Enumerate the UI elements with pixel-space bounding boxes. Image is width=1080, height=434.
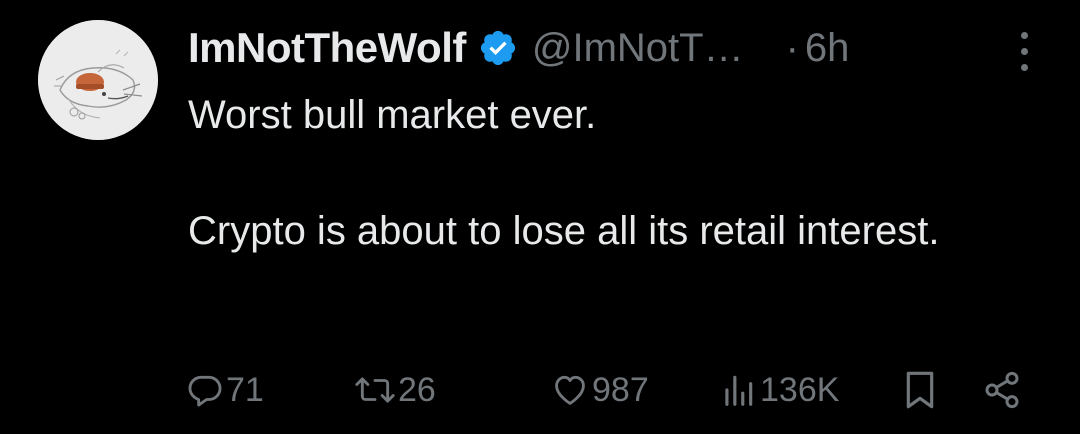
reply-button[interactable]: 71 bbox=[186, 364, 264, 416]
reply-icon bbox=[188, 375, 222, 407]
tweet[interactable]: ImNotTheWolf @ImNotT… · 6h Worst bull ma… bbox=[0, 0, 1080, 434]
heart-icon bbox=[555, 375, 585, 405]
handle[interactable]: @ImNotT… bbox=[532, 26, 744, 71]
tweet-text: Worst bull market ever. Crypto is about … bbox=[188, 86, 1028, 260]
more-vertical-icon[interactable] bbox=[1012, 30, 1036, 74]
views-icon bbox=[725, 375, 753, 406]
retweet-count: 26 bbox=[398, 370, 436, 409]
share-icon bbox=[985, 371, 1019, 409]
action-bar: 71 26 987 136K bbox=[186, 364, 1036, 416]
views-button[interactable]: 136K bbox=[718, 364, 839, 416]
tweet-text-line: Crypto is about to lose all its retail i… bbox=[188, 209, 940, 253]
tweet-text-line: Worst bull market ever. bbox=[188, 93, 597, 137]
bookmark-button[interactable] bbox=[902, 364, 938, 416]
tweet-header: ImNotTheWolf @ImNotT… · 6h bbox=[188, 22, 1048, 74]
like-count: 987 bbox=[592, 370, 649, 409]
separator-dot: · bbox=[785, 25, 799, 70]
retweet-icon bbox=[355, 377, 395, 403]
display-name[interactable]: ImNotTheWolf bbox=[188, 24, 466, 72]
reply-count: 71 bbox=[226, 370, 264, 409]
like-button[interactable]: 987 bbox=[550, 364, 649, 416]
hand-drawn-wolf-avatar bbox=[38, 20, 158, 140]
verified-badge-icon bbox=[478, 28, 518, 68]
share-button[interactable] bbox=[982, 364, 1022, 416]
bookmark-icon bbox=[906, 371, 934, 409]
avatar[interactable] bbox=[38, 20, 158, 140]
views-count: 136K bbox=[760, 370, 840, 409]
retweet-button[interactable]: 26 bbox=[354, 364, 436, 416]
timestamp[interactable]: 6h bbox=[805, 26, 850, 71]
